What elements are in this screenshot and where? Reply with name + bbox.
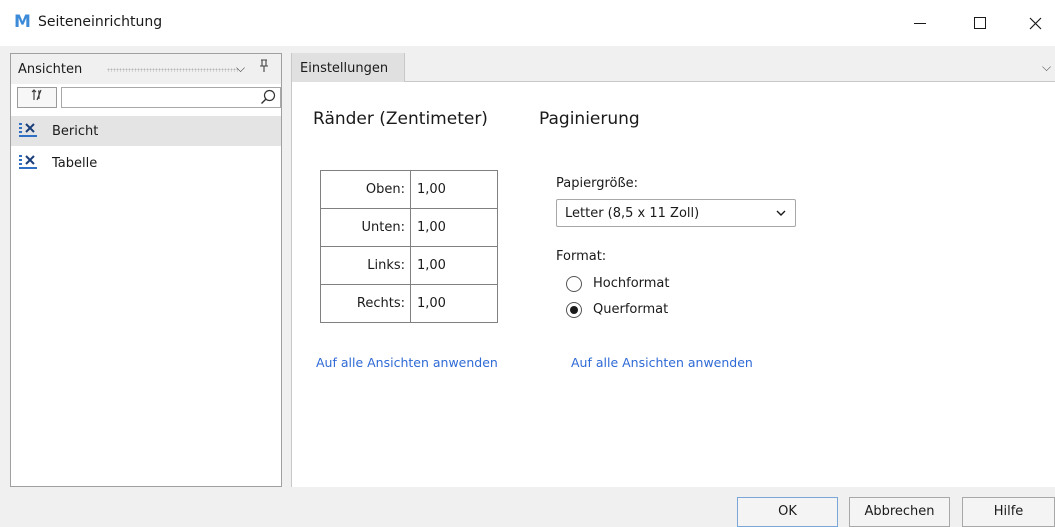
pin-icon[interactable] [259, 59, 269, 77]
maximize-icon [974, 17, 986, 29]
table-view-icon [19, 155, 37, 169]
drag-grip[interactable] [107, 68, 239, 72]
margin-right-label: Rechts: [320, 284, 411, 323]
close-button[interactable] [1012, 0, 1055, 46]
chevron-down-icon[interactable]: ⌵ [1042, 60, 1051, 75]
portrait-label: Hochformat [593, 276, 670, 291]
list-item-label: Tabelle [52, 156, 98, 171]
landscape-label: Querformat [593, 302, 669, 317]
pagination-title: Paginierung [539, 109, 640, 129]
table-row: Oben: 1,00 [320, 170, 498, 209]
format-label: Format: [556, 249, 607, 264]
table-row: Links: 1,00 [320, 246, 498, 285]
margin-top-input[interactable]: 1,00 [410, 170, 498, 209]
views-panel-header: Ansichten ⌵ [11, 54, 281, 84]
sort-button[interactable] [17, 87, 57, 108]
search-icon[interactable] [260, 89, 276, 105]
views-panel: Ansichten ⌵ Bericht Tabelle [10, 53, 282, 487]
tab-einstellungen[interactable]: Einstellungen [292, 53, 405, 82]
pin-shape [260, 59, 268, 72]
tab-label: Einstellungen [300, 61, 389, 76]
margin-bottom-label: Unten: [320, 208, 411, 247]
chevron-down-icon [776, 210, 786, 216]
close-icon [1029, 17, 1041, 29]
margin-right-input[interactable]: 1,00 [410, 284, 498, 323]
margins-table: Oben: 1,00 Unten: 1,00 Links: 1,00 Recht… [320, 170, 498, 323]
pagination-apply-all-link[interactable]: Auf alle Ansichten anwenden [571, 355, 753, 370]
list-item-bericht[interactable]: Bericht [11, 116, 281, 146]
ok-button[interactable]: OK [737, 497, 838, 527]
maximize-button[interactable] [957, 0, 1003, 46]
table-row: Rechts: 1,00 [320, 284, 498, 323]
margin-top-label: Oben: [320, 170, 411, 209]
margin-bottom-input[interactable]: 1,00 [410, 208, 498, 247]
paper-size-value: Letter (8,5 x 11 Zoll) [565, 206, 700, 221]
report-view-icon [19, 123, 37, 137]
table-row: Unten: 1,00 [320, 208, 498, 247]
paper-size-label: Papiergröße: [556, 176, 639, 191]
landscape-radio[interactable] [566, 302, 582, 318]
views-panel-title: Ansichten [18, 62, 83, 77]
views-search-input[interactable] [61, 87, 281, 108]
margin-left-input[interactable]: 1,00 [410, 246, 498, 285]
list-item-label: Bericht [52, 124, 99, 139]
app-logo-icon: M [14, 12, 31, 32]
chevron-down-icon[interactable]: ⌵ [236, 61, 245, 76]
sort-icon [31, 89, 42, 101]
list-item-tabelle[interactable]: Tabelle [11, 148, 281, 178]
window-title: Seiteneinrichtung [38, 14, 163, 30]
cancel-button[interactable]: Abbrechen [849, 497, 950, 527]
paper-size-select[interactable]: Letter (8,5 x 11 Zoll) [556, 199, 796, 227]
minimize-icon [914, 22, 926, 24]
minimize-button[interactable] [897, 0, 943, 46]
tab-strip: Einstellungen ⌵ [292, 53, 1055, 82]
margin-left-label: Links: [320, 246, 411, 285]
portrait-radio[interactable] [566, 276, 582, 292]
margins-apply-all-link[interactable]: Auf alle Ansichten anwenden [316, 355, 498, 370]
title-bar: M Seiteneinrichtung [0, 0, 1055, 46]
margins-title: Ränder (Zentimeter) [313, 109, 488, 129]
help-button[interactable]: Hilfe [962, 497, 1055, 527]
